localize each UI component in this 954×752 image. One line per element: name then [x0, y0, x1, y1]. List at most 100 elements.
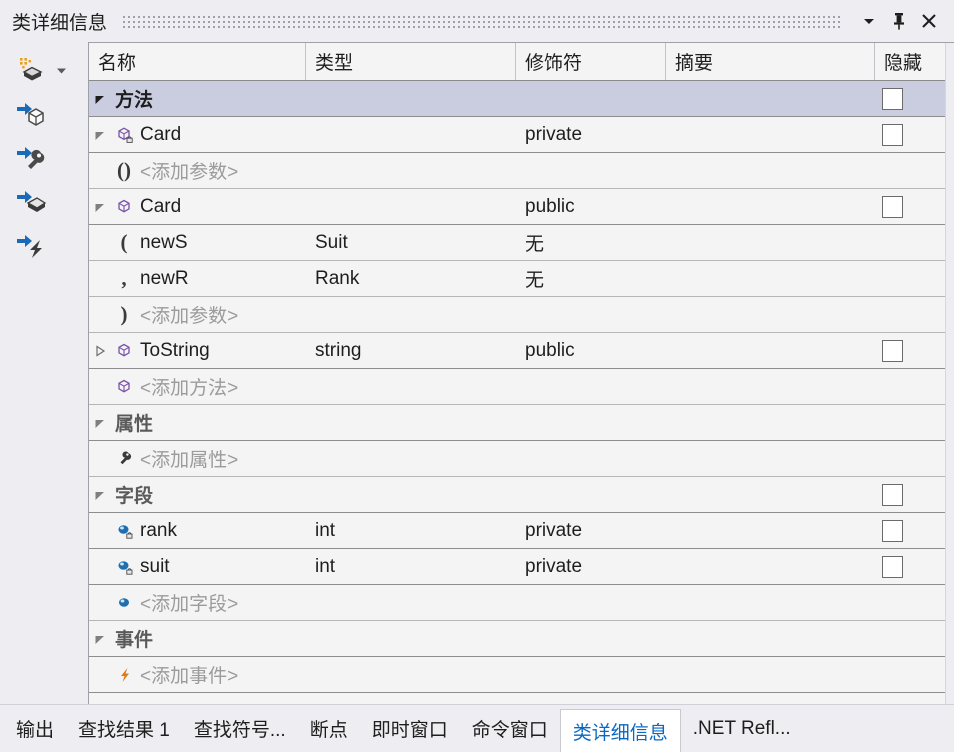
add-method-icon[interactable] [14, 97, 48, 131]
cell-summary[interactable] [666, 297, 875, 332]
cell-summary[interactable] [666, 369, 875, 404]
cell-summary[interactable] [666, 549, 875, 584]
tab-item[interactable]: 即时窗口 [360, 705, 460, 752]
cell-summary[interactable] [666, 261, 875, 296]
tab-item[interactable]: 命令窗口 [460, 705, 560, 752]
member-name-label[interactable]: Card [137, 124, 181, 146]
cell-hide[interactable] [875, 513, 944, 548]
member-name-label[interactable]: suit [137, 556, 170, 578]
cell-type[interactable] [306, 153, 516, 188]
add-placeholder-label[interactable]: <添加事件> [137, 661, 238, 688]
cell-type[interactable] [306, 297, 516, 332]
cell-name[interactable]: ToString [89, 333, 306, 368]
cell-hide[interactable] [875, 117, 944, 152]
cell-modifier[interactable] [516, 441, 666, 476]
table-row[interactable]: ToString string public [89, 333, 954, 369]
table-row[interactable]: <添加事件> [89, 657, 954, 693]
cell-modifier[interactable] [516, 153, 666, 188]
member-name-label[interactable]: rank [137, 520, 177, 542]
cell-modifier[interactable] [516, 405, 666, 440]
close-icon[interactable] [914, 6, 944, 36]
cell-summary[interactable] [666, 153, 875, 188]
cell-summary[interactable] [666, 189, 875, 224]
hide-checkbox[interactable] [882, 123, 903, 146]
tab-item[interactable]: 断点 [298, 705, 360, 752]
expander-expanded-icon[interactable] [89, 81, 111, 116]
cell-summary[interactable] [666, 117, 875, 152]
add-placeholder-label[interactable]: <添加方法> [137, 373, 238, 400]
hide-checkbox[interactable] [882, 519, 903, 542]
column-header-modifier[interactable]: 修饰符 [516, 43, 666, 80]
cell-type[interactable]: int [306, 549, 516, 584]
column-header-summary[interactable]: 摘要 [666, 43, 875, 80]
add-placeholder-label[interactable]: <添加属性> [137, 445, 238, 472]
expander-expanded-icon[interactable] [89, 405, 111, 440]
tab-active[interactable]: 类详细信息 [559, 709, 681, 752]
cell-hide[interactable] [875, 477, 944, 512]
cell-name[interactable]: suit [89, 549, 306, 584]
cell-type[interactable] [306, 477, 516, 512]
cell-modifier[interactable]: private [516, 117, 666, 152]
add-placeholder-label[interactable]: <添加参数> [137, 157, 238, 184]
cell-summary[interactable] [666, 81, 875, 116]
cell-modifier[interactable] [516, 297, 666, 332]
add-placeholder-label[interactable]: <添加参数> [137, 301, 238, 328]
cell-hide[interactable] [875, 621, 944, 656]
cell-type[interactable] [306, 405, 516, 440]
cell-modifier[interactable]: public [516, 189, 666, 224]
cell-modifier[interactable]: public [516, 333, 666, 368]
toolbar-dropdown-caret-icon[interactable] [52, 53, 70, 87]
cell-hide[interactable] [875, 297, 944, 332]
cell-type[interactable] [306, 189, 516, 224]
tab-item[interactable]: 查找符号... [182, 705, 298, 752]
cell-summary[interactable] [666, 477, 875, 512]
cell-type[interactable] [306, 81, 516, 116]
tab-item[interactable]: .NET Refl... [681, 705, 803, 752]
hide-checkbox[interactable] [882, 483, 903, 506]
cell-hide[interactable] [875, 549, 944, 584]
grid-vertical-scrollbar[interactable] [945, 43, 954, 704]
hide-checkbox[interactable] [882, 195, 903, 218]
table-row[interactable]: ) <添加参数> [89, 297, 954, 333]
new-class-icon[interactable] [14, 53, 48, 87]
table-row[interactable]: Card public [89, 189, 954, 225]
cell-name[interactable]: <添加属性> [89, 441, 306, 476]
cell-name[interactable]: rank [89, 513, 306, 548]
table-row[interactable]: <添加属性> [89, 441, 954, 477]
cell-modifier[interactable] [516, 477, 666, 512]
toolbar-item-add-event[interactable] [0, 224, 88, 268]
titlebar-drag-grip[interactable] [123, 14, 840, 28]
table-row[interactable]: 字段 [89, 477, 954, 513]
cell-type[interactable] [306, 621, 516, 656]
cell-name[interactable]: Card [89, 117, 306, 152]
cell-name[interactable]: 字段 [89, 477, 306, 512]
cell-hide[interactable] [875, 261, 944, 296]
toolbar-item-add-property[interactable] [0, 136, 88, 180]
column-header-name[interactable]: 名称 [89, 43, 306, 80]
cell-summary[interactable] [666, 621, 875, 656]
cell-type[interactable] [306, 657, 516, 692]
tab-item[interactable]: 查找结果 1 [66, 705, 182, 752]
cell-modifier[interactable] [516, 657, 666, 692]
cell-modifier[interactable] [516, 585, 666, 620]
column-header-hide[interactable]: 隐藏 [875, 43, 944, 80]
cell-name[interactable]: ) <添加参数> [89, 297, 306, 332]
cell-modifier[interactable] [516, 81, 666, 116]
cell-modifier[interactable]: private [516, 513, 666, 548]
hide-checkbox[interactable] [882, 555, 903, 578]
tab-item[interactable]: 输出 [4, 705, 66, 752]
expander-expanded-icon[interactable] [89, 189, 111, 224]
table-row[interactable]: (newS Suit 无 [89, 225, 954, 261]
add-event-icon[interactable] [14, 229, 48, 263]
table-row[interactable]: 属性 [89, 405, 954, 441]
table-row[interactable]: 方法 [89, 81, 954, 117]
cell-name[interactable]: Card [89, 189, 306, 224]
cell-summary[interactable] [666, 441, 875, 476]
cell-name[interactable]: , newR [89, 261, 306, 296]
table-row[interactable]: rank int private [89, 513, 954, 549]
cell-summary[interactable] [666, 225, 875, 260]
cell-type[interactable] [306, 441, 516, 476]
column-header-type[interactable]: 类型 [306, 43, 516, 80]
cell-type[interactable]: string [306, 333, 516, 368]
cell-type[interactable] [306, 117, 516, 152]
